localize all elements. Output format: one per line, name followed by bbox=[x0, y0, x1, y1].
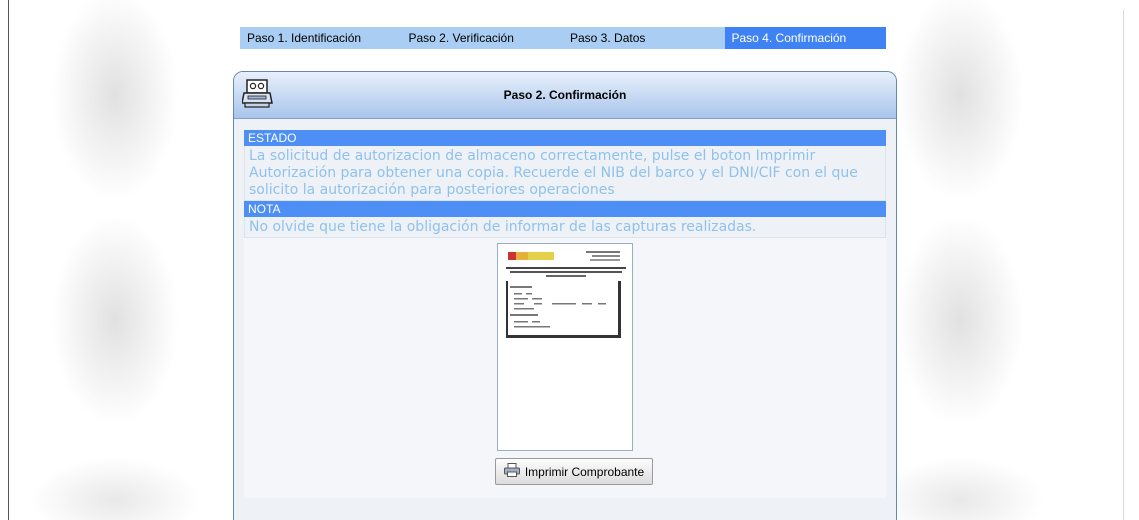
estado-message: La solicitud de autorizacion de almaceno… bbox=[244, 146, 886, 201]
page-right-border bbox=[1123, 10, 1124, 520]
panel-header: Paso 2. Confirmación bbox=[234, 72, 896, 119]
wizard-steps: Paso 1. Identificación Paso 2. Verificac… bbox=[240, 27, 886, 49]
print-receipt-button[interactable]: Imprimir Comprobante bbox=[495, 458, 653, 485]
step-identificacion[interactable]: Paso 1. Identificación bbox=[240, 27, 402, 49]
panel-title: Paso 2. Confirmación bbox=[503, 88, 627, 102]
nota-label: NOTA bbox=[244, 201, 886, 217]
print-receipt-label: Imprimir Comprobante bbox=[524, 464, 645, 479]
estado-label: ESTADO bbox=[244, 130, 886, 146]
page-left-border bbox=[8, 0, 9, 520]
confirmation-panel: Paso 2. Confirmación ESTADO La solicitud… bbox=[233, 71, 897, 520]
step-confirmacion[interactable]: Paso 4. Confirmación bbox=[724, 27, 886, 49]
step-verificacion[interactable]: Paso 2. Verificación bbox=[402, 27, 564, 49]
printer-icon bbox=[503, 463, 520, 480]
document-area: Imprimir Comprobante bbox=[244, 238, 886, 498]
nota-message: No olvide que tiene la obligación de inf… bbox=[244, 217, 886, 238]
step-datos[interactable]: Paso 3. Datos bbox=[563, 27, 725, 49]
document-thumbnail-icon bbox=[497, 243, 633, 451]
